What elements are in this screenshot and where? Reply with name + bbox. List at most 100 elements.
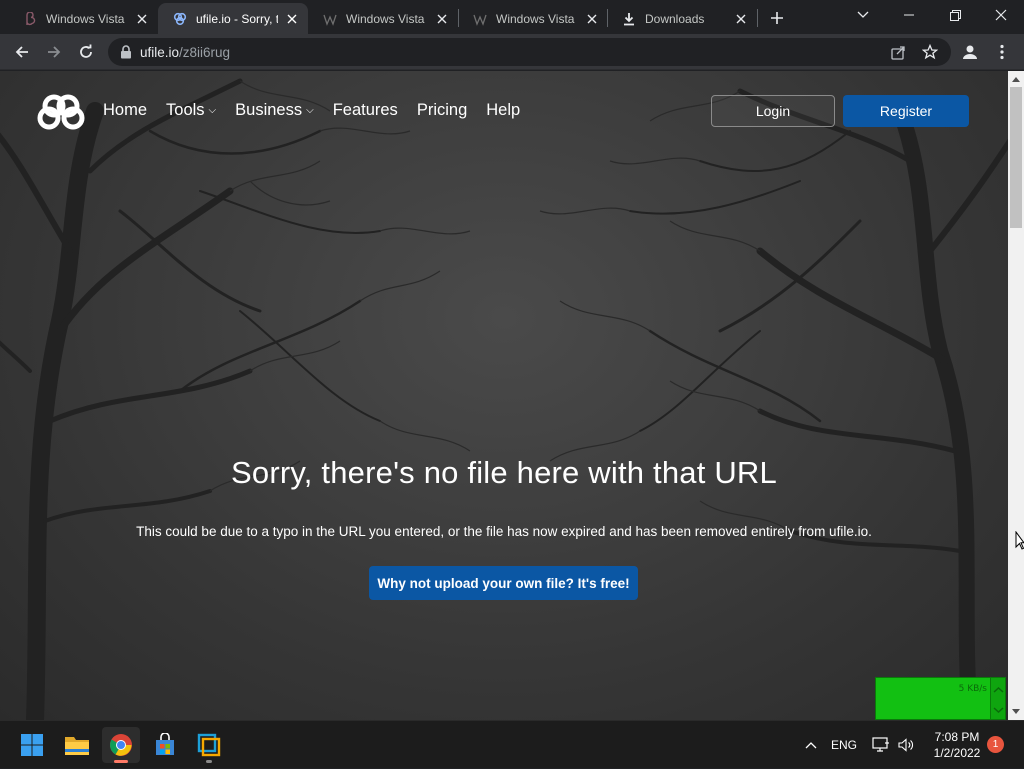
profile-icon [963,45,977,59]
error-heading: Sorry, there's no file here with that UR… [231,455,777,490]
nav-features[interactable]: Features [333,101,398,120]
profile-button[interactable] [956,38,984,66]
nav-pricing[interactable]: Pricing [417,101,467,120]
language-indicator[interactable]: ENG [828,721,860,769]
scroll-thumb[interactable] [1010,87,1022,228]
taskbar-clock[interactable]: 7:08 PM 1/2/2022 [922,729,992,761]
file-explorer-icon [65,737,89,755]
share-icon[interactable] [890,44,906,60]
close-icon[interactable] [134,11,150,27]
volume-icon[interactable] [895,721,917,769]
chrome-icon [110,734,132,756]
start-icon [21,734,43,756]
nav-home[interactable]: Home [103,101,147,120]
register-button[interactable]: Register [843,95,969,127]
tab-downloads[interactable]: Downloads [607,3,757,34]
browser-toolbar: ufile.io/z8ii6rug [0,34,1024,70]
forward-button[interactable] [40,38,68,66]
scroll-down-arrow-icon[interactable] [1008,704,1024,720]
network-icon[interactable] [870,721,892,769]
nav-tools[interactable]: Tools ⌵ [166,101,216,120]
chevron-down-icon [993,686,1004,714]
restore-button[interactable] [932,0,978,30]
url-host: ufile.io [140,44,180,60]
chrome-button[interactable] [102,727,140,763]
nav-business[interactable]: Business ⌵ [235,101,314,120]
chevron-down-icon: ⌵ [208,105,217,116]
tab-search-button[interactable] [840,0,886,30]
wordpress-icon [322,11,338,27]
ufile-icon [172,11,188,27]
windows-taskbar: ENG 7:08 PM 1/2/2022 1 [0,720,1024,768]
address-bar[interactable]: ufile.io/z8ii6rug [108,38,951,66]
tab-windows-vista-3[interactable]: Windows Vista [458,3,608,34]
nav-label: Help [486,101,521,119]
beta-icon [22,11,38,27]
error-description: This could be due to a typo in the URL y… [136,524,872,539]
site-nav: Home Tools ⌵ Business ⌵ Features Pricing H… [103,101,539,120]
mouse-cursor-icon [1015,531,1024,550]
chevron-up-icon [805,742,817,749]
tab-strip: Windows Vista ufile.io - Sorry, t Window… [0,0,1024,34]
chevron-down-icon: ⌵ [306,105,314,116]
tab-title: Windows Vista [496,11,575,26]
more-vert-icon [1000,44,1004,60]
close-icon[interactable] [584,11,600,27]
new-tab-button[interactable] [765,6,789,30]
vmware-button[interactable] [190,727,228,763]
notification-badge[interactable]: 1 [987,736,1004,753]
start-button[interactable] [13,727,51,763]
url-text: ufile.io/z8ii6rug [140,45,230,60]
nav-label: Pricing [416,101,468,119]
reload-icon [80,44,92,58]
network-meter-widget[interactable]: 5 KB/s [875,677,1006,720]
store-icon [156,733,174,755]
chevron-down-icon [857,11,869,18]
clock-time: 7:08 PM [934,730,980,744]
login-button[interactable]: Login [711,95,835,127]
star-icon[interactable] [922,44,938,60]
tab-windows-vista-1[interactable]: Windows Vista [8,3,158,34]
minimize-icon [904,14,914,16]
tab-title: Downloads [645,11,705,26]
minimize-button[interactable] [886,0,932,30]
reload-button[interactable] [72,38,100,66]
network-meter-controls[interactable] [990,678,1005,719]
close-icon [995,9,1007,21]
store-button[interactable] [146,727,184,763]
tab-windows-vista-2[interactable]: Windows Vista ( [308,3,458,34]
arrow-left-icon [15,46,28,58]
page-viewport: Home Tools ⌵ Business ⌵ Features Pricing H… [0,71,1008,720]
tab-title: Windows Vista [46,11,125,26]
nav-label: Features [332,101,398,119]
tab-ufile[interactable]: ufile.io - Sorry, t [158,3,308,34]
tree-background-image [0,78,1008,720]
running-app-indicator [206,760,212,763]
close-window-button[interactable] [978,0,1024,30]
nav-label: Home [103,101,148,119]
network-speed-label: 5 KB/s [958,684,987,694]
clock-date: 1/2/2022 [933,746,981,760]
wordpress-icon [472,11,488,27]
close-icon[interactable] [284,11,300,27]
nav-help[interactable]: Help [486,101,520,120]
active-app-indicator [114,760,128,763]
back-button[interactable] [8,38,36,66]
vmware-icon [197,733,221,757]
tab-separator [757,9,758,27]
page-scrollbar[interactable] [1008,71,1024,720]
download-icon [621,11,637,27]
tab-title: Windows Vista ( [346,11,428,26]
nav-label: Tools [166,101,205,119]
upload-cta-button[interactable]: Why not upload your own file? It's free! [369,566,638,600]
restore-icon [949,9,961,21]
close-icon[interactable] [733,11,749,27]
close-icon[interactable] [434,11,450,27]
tab-title: ufile.io - Sorry, t [196,11,278,26]
url-path: /z8ii6rug [179,44,231,60]
menu-button[interactable] [988,38,1016,66]
file-explorer-button[interactable] [58,727,96,763]
scroll-up-arrow-icon[interactable] [1008,71,1024,87]
show-hidden-icons-button[interactable] [800,721,822,769]
ufile-logo[interactable] [37,94,85,130]
